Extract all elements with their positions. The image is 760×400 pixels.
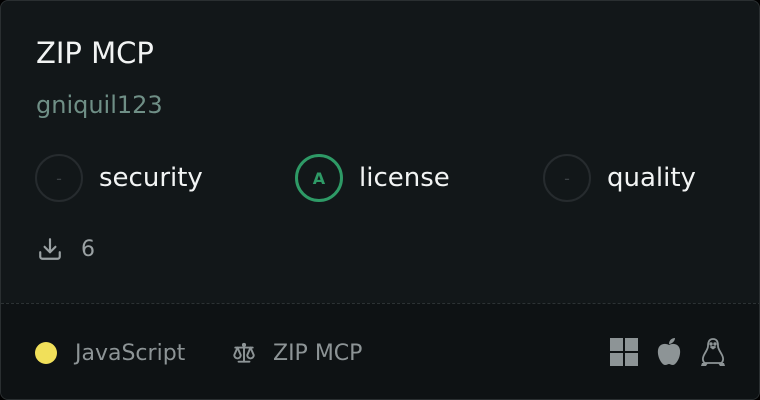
download-icon xyxy=(39,238,61,260)
license-name: ZIP MCP xyxy=(273,340,363,366)
linux-icon xyxy=(699,337,727,367)
license-score-label: license xyxy=(359,163,450,193)
security-score-label: security xyxy=(99,163,203,193)
card-footer: JavaScript ZIP MCP xyxy=(1,303,759,399)
downloads: 6 xyxy=(37,233,95,265)
license-score: A license xyxy=(295,154,450,202)
download-count: 6 xyxy=(81,236,95,262)
language: JavaScript xyxy=(35,340,185,366)
apple-icon xyxy=(656,337,682,367)
security-score: - security xyxy=(35,154,203,202)
license: ZIP MCP xyxy=(231,340,362,366)
quality-score-label: quality xyxy=(607,163,696,193)
scale-icon xyxy=(233,342,255,363)
author-link[interactable]: gniquil123 xyxy=(36,89,163,121)
card-title[interactable]: ZIP MCP xyxy=(36,33,154,73)
language-name: JavaScript xyxy=(75,340,186,366)
security-grade-badge: - xyxy=(35,154,83,202)
server-card[interactable]: ZIP MCP gniquil123 - security A license … xyxy=(0,0,760,400)
license-grade-badge: A xyxy=(295,154,343,202)
quality-score: - quality xyxy=(543,154,696,202)
windows-icon xyxy=(610,337,638,367)
language-color-dot xyxy=(35,342,57,364)
quality-grade-badge: - xyxy=(543,154,591,202)
